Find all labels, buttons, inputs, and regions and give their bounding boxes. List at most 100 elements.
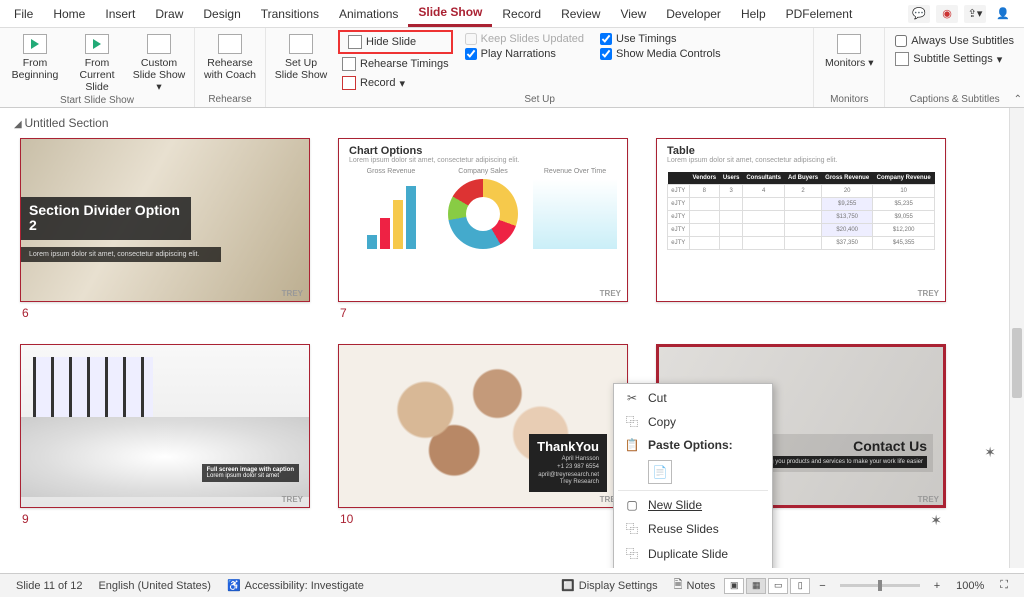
tab-animations[interactable]: Animations: [329, 2, 408, 26]
slide-6-thumbnail[interactable]: Section Divider Option 2 Lorem ipsum dol…: [20, 138, 310, 302]
ctx-paste-option[interactable]: 📄: [648, 460, 672, 484]
fit-to-window-button[interactable]: ⛶: [992, 579, 1016, 592]
slide-7[interactable]: Chart Options Lorem ipsum dolor sit amet…: [338, 138, 628, 324]
setup-label: Set Up Slide Show: [272, 57, 330, 81]
status-slide-count[interactable]: Slide 11 of 12: [8, 580, 90, 592]
rehearse-timings-button[interactable]: Rehearse Timings: [338, 55, 453, 73]
tab-record[interactable]: Record: [492, 2, 551, 26]
tab-design[interactable]: Design: [193, 2, 250, 26]
notes-button[interactable]: 🗎Notes: [666, 576, 724, 595]
slide-8[interactable]: Table Lorem ipsum dolor sit amet, consec…: [656, 138, 946, 324]
slide-10-thumbnail[interactable]: ThankYou April Hansson+1 23 987 6554apri…: [338, 344, 628, 508]
tab-review[interactable]: Review: [551, 2, 610, 26]
zoom-out-button[interactable]: −: [811, 580, 833, 592]
use-timings-checkbox[interactable]: Use Timings: [596, 32, 725, 46]
donut-chart: [448, 179, 518, 249]
tab-pdfelement[interactable]: PDFelement: [776, 2, 863, 26]
chart-company-sales: Company Sales: [441, 168, 525, 253]
tab-draw[interactable]: Draw: [145, 2, 193, 26]
animation-indicator-icon[interactable]: ✶: [984, 444, 996, 461]
slide-9-number: 9: [20, 508, 310, 530]
slide-7-thumbnail[interactable]: Chart Options Lorem ipsum dolor sit amet…: [338, 138, 628, 302]
tab-insert[interactable]: Insert: [95, 2, 145, 26]
group-label: Rehearse: [201, 92, 259, 107]
tab-help[interactable]: Help: [731, 2, 776, 26]
group-start-slide-show: From Beginning From Current Slide Custom…: [0, 28, 195, 107]
ctx-reuse-slides[interactable]: ⿻Reuse Slides: [614, 516, 772, 541]
cut-icon: ✂: [624, 391, 640, 405]
slide-9-thumbnail[interactable]: Full screen image with captionLorem ipsu…: [20, 344, 310, 508]
brand-mark: TREY: [600, 289, 621, 298]
tab-file[interactable]: File: [4, 2, 43, 26]
slide-10[interactable]: ThankYou April Hansson+1 23 987 6554apri…: [338, 344, 628, 533]
hide-slide-button[interactable]: Hide Slide: [338, 30, 453, 54]
status-language[interactable]: English (United States): [90, 580, 219, 592]
keep-slides-updated-checkbox[interactable]: Keep Slides Updated: [461, 32, 588, 46]
chart-col2-label: Company Sales: [441, 168, 525, 175]
accessibility-icon: ♿: [227, 579, 241, 592]
tab-view[interactable]: View: [610, 2, 656, 26]
collapse-ribbon-button[interactable]: ⌃: [1014, 94, 1022, 105]
group-label: Set Up: [272, 92, 807, 107]
ctx-delete-slide[interactable]: ▢Delete Slide: [614, 566, 772, 568]
view-normal-button[interactable]: ▣: [724, 578, 744, 594]
record-button[interactable]: Record ▾: [338, 74, 453, 92]
monitors-button[interactable]: Monitors ▾: [820, 30, 878, 69]
ctx-cut[interactable]: ✂Cut: [614, 387, 772, 409]
tab-home[interactable]: Home: [43, 2, 95, 26]
zoom-level[interactable]: 100%: [948, 580, 992, 592]
animation-indicator-icon[interactable]: ✶: [926, 508, 946, 533]
zoom-handle[interactable]: [878, 580, 882, 591]
vertical-scrollbar[interactable]: [1009, 108, 1024, 568]
show-media-controls-checkbox[interactable]: Show Media Controls: [596, 47, 725, 61]
brand-mark: TREY: [282, 289, 303, 298]
share-icon[interactable]: ⇪▾: [964, 5, 986, 23]
display-settings-button[interactable]: 🔲Display Settings: [553, 579, 666, 592]
from-beginning-label: From Beginning: [6, 57, 64, 81]
slide-9-caption: Full screen image with captionLorem ipsu…: [202, 464, 299, 482]
ctx-paste-options-label: 📋Paste Options:: [614, 434, 772, 456]
slide-9[interactable]: Full screen image with captionLorem ipsu…: [20, 344, 310, 533]
rehearse-with-coach-button[interactable]: Rehearse with Coach: [201, 30, 259, 81]
zoom-slider[interactable]: [840, 584, 920, 587]
set-up-slide-show-button[interactable]: Set Up Slide Show: [272, 30, 330, 92]
tab-developer[interactable]: Developer: [656, 2, 731, 26]
duplicate-icon: ⿻: [624, 545, 640, 562]
status-accessibility[interactable]: ♿Accessibility: Investigate: [219, 579, 372, 592]
slide-6[interactable]: Section Divider Option 2 Lorem ipsum dol…: [20, 138, 310, 324]
context-menu: ✂Cut ⿻Copy 📋Paste Options: 📄 ▢New Slide …: [613, 383, 773, 568]
slide-8-thumbnail[interactable]: Table Lorem ipsum dolor sit amet, consec…: [656, 138, 946, 302]
ctx-duplicate-slide[interactable]: ⿻Duplicate Slide: [614, 541, 772, 566]
custom-slide-show-button[interactable]: Custom Slide Show ▾: [130, 30, 188, 93]
from-current-slide-button[interactable]: From Current Slide: [68, 30, 126, 93]
always-use-subtitles-checkbox[interactable]: Always Use Subtitles: [891, 34, 1018, 48]
view-reading-button[interactable]: ▭: [768, 578, 788, 594]
ctx-new-slide[interactable]: ▢New Slide: [614, 494, 772, 516]
group-label: Monitors: [820, 92, 878, 107]
menu-bar: File Home Insert Draw Design Transitions…: [0, 0, 1024, 28]
slide-sorter-view: Untitled Section Section Divider Option …: [0, 108, 1024, 568]
view-slideshow-button[interactable]: ▯: [790, 578, 810, 594]
record-icon: [342, 76, 356, 90]
subtitle-settings-label: Subtitle Settings: [913, 53, 993, 65]
scrollbar-thumb[interactable]: [1012, 328, 1022, 398]
ctx-copy[interactable]: ⿻Copy: [614, 409, 772, 434]
tab-slide-show[interactable]: Slide Show: [408, 0, 492, 27]
record-label: Record: [360, 77, 395, 89]
record-icon[interactable]: ◉: [936, 5, 958, 23]
view-sorter-button[interactable]: ▦: [746, 578, 766, 594]
custom-slide-show-label: Custom Slide Show ▾: [130, 57, 188, 93]
coach-icon: [218, 34, 242, 54]
new-slide-icon: ▢: [624, 498, 640, 512]
subtitle-settings-button[interactable]: Subtitle Settings ▾: [891, 50, 1018, 68]
slide-10-number: 10: [338, 508, 628, 530]
slide-11-title: Contact Us: [748, 438, 927, 454]
account-icon[interactable]: 👤: [992, 5, 1014, 23]
comments-icon[interactable]: 💬: [908, 5, 930, 23]
tab-transitions[interactable]: Transitions: [251, 2, 329, 26]
section-header[interactable]: Untitled Section: [0, 108, 1024, 134]
from-beginning-button[interactable]: From Beginning: [6, 30, 64, 93]
group-label: Captions & Subtitles: [891, 92, 1018, 107]
zoom-in-button[interactable]: +: [926, 580, 948, 592]
play-narrations-checkbox[interactable]: Play Narrations: [461, 47, 588, 61]
